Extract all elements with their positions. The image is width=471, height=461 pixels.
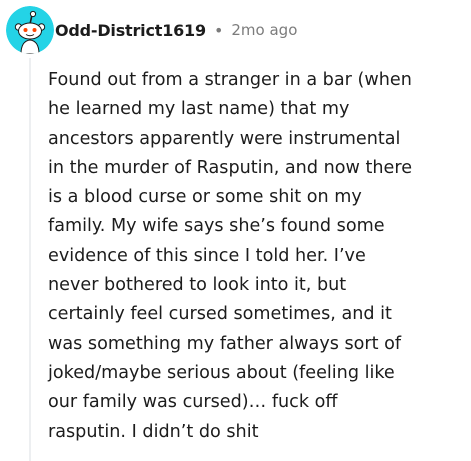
comment-body: Found out from a stranger in a bar (when… [48, 66, 464, 447]
comment-line: is a blood curse or some shit on my [48, 187, 362, 208]
comment-line: never bothered to look into it, but [48, 275, 347, 296]
comment-line: he learned my last name) that my [48, 99, 350, 120]
comment-line: our family was cursed)… fuck off [48, 392, 338, 413]
comment-line: family. My wife says she’s found some [48, 216, 385, 237]
comment-line: certainly feel cursed sometimes, and it [48, 304, 392, 325]
comment-header: Odd-District1619 • 2mo ago [6, 6, 297, 54]
comment-timestamp[interactable]: 2mo ago [231, 21, 297, 39]
comment-line: evidence of this since I told her. I’ve [48, 245, 366, 266]
comment-line: was something my father always sort of [48, 333, 402, 354]
author-username[interactable]: Odd-District1619 [55, 21, 206, 40]
comment-line: in the murder of Rasputin, and now there [48, 157, 413, 178]
avatar[interactable] [6, 6, 54, 54]
comment-line: joked/maybe serious about (feeling like [48, 362, 395, 383]
meta-separator: • [213, 20, 224, 40]
comment-line: Found out from a stranger in a bar (when [48, 70, 412, 90]
thread-line[interactable] [29, 58, 31, 461]
snoo-avatar-icon [6, 6, 54, 54]
comment: Odd-District1619 • 2mo ago Found out fro… [0, 0, 471, 461]
comment-line: ancestors apparently were instrumental [48, 128, 401, 149]
comment-line: rasputin. I didn’t do shit [48, 421, 259, 442]
